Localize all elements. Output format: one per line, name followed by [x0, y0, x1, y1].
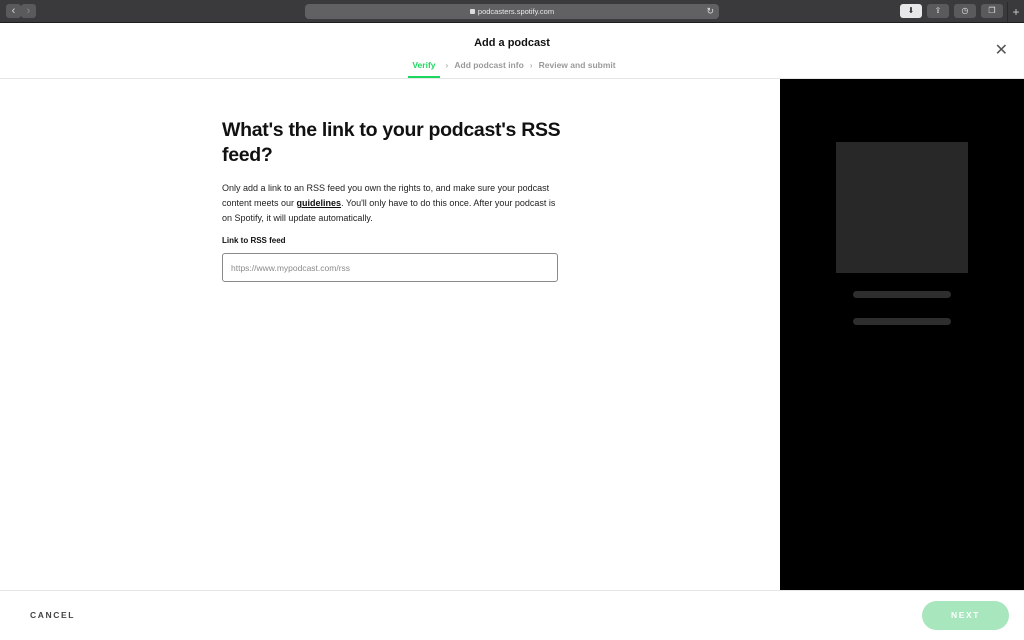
rss-url-input[interactable]	[222, 253, 558, 282]
reload-icon[interactable]: ↻	[706, 4, 714, 19]
new-tab-icon[interactable]: +	[1007, 2, 1024, 22]
lock-icon	[469, 9, 475, 14]
rss-field-label: Link to RSS feed	[222, 236, 286, 245]
cancel-button[interactable]: CANCEL	[30, 610, 75, 620]
back-icon[interactable]: ‹	[6, 4, 21, 18]
url-text: podcasters.spotify.com	[477, 7, 555, 16]
cover-art-placeholder	[836, 142, 968, 273]
forward-icon[interactable]: ›	[21, 4, 36, 18]
step-verify: Verify	[408, 60, 440, 78]
chevron-right-icon: ›	[445, 60, 449, 70]
close-icon[interactable]: ✕	[995, 43, 1008, 59]
step-review-and-submit: Review and submit	[538, 60, 616, 70]
author-placeholder	[853, 318, 951, 325]
tabs-icon[interactable]: ❐	[981, 4, 1003, 18]
main-content: What's the link to your podcast's RSS fe…	[0, 79, 780, 590]
form-heading: What's the link to your podcast's RSS fe…	[222, 119, 561, 166]
history-icon[interactable]: ◷	[954, 4, 976, 18]
page-footer: CANCEL NEXT	[0, 590, 1024, 640]
next-button[interactable]: NEXT	[922, 601, 1009, 630]
step-indicator: Verify › Add podcast info › Review and submi…	[0, 60, 1024, 78]
title-placeholder	[853, 291, 951, 298]
page-title: Add a podcast	[474, 37, 550, 49]
form-description: Only add a link to an RSS feed you own t…	[222, 181, 562, 226]
address-bar[interactable]: podcasters.spotify.com ↻	[305, 4, 719, 19]
page-header: Add a podcast Verify › Add podcast info › Re…	[0, 23, 1024, 79]
step-add-podcast-info: Add podcast info	[454, 60, 524, 70]
browser-toolbar: ‹ › podcasters.spotify.com ↻ ⬇ ⇪ ◷ ❐ +	[0, 0, 1024, 23]
download-icon[interactable]: ⬇	[900, 4, 922, 18]
guidelines-link[interactable]: guidelines	[297, 198, 342, 208]
podcast-preview-panel	[780, 79, 1024, 590]
share-icon[interactable]: ⇪	[927, 4, 949, 18]
chevron-right-icon: ›	[529, 60, 533, 70]
